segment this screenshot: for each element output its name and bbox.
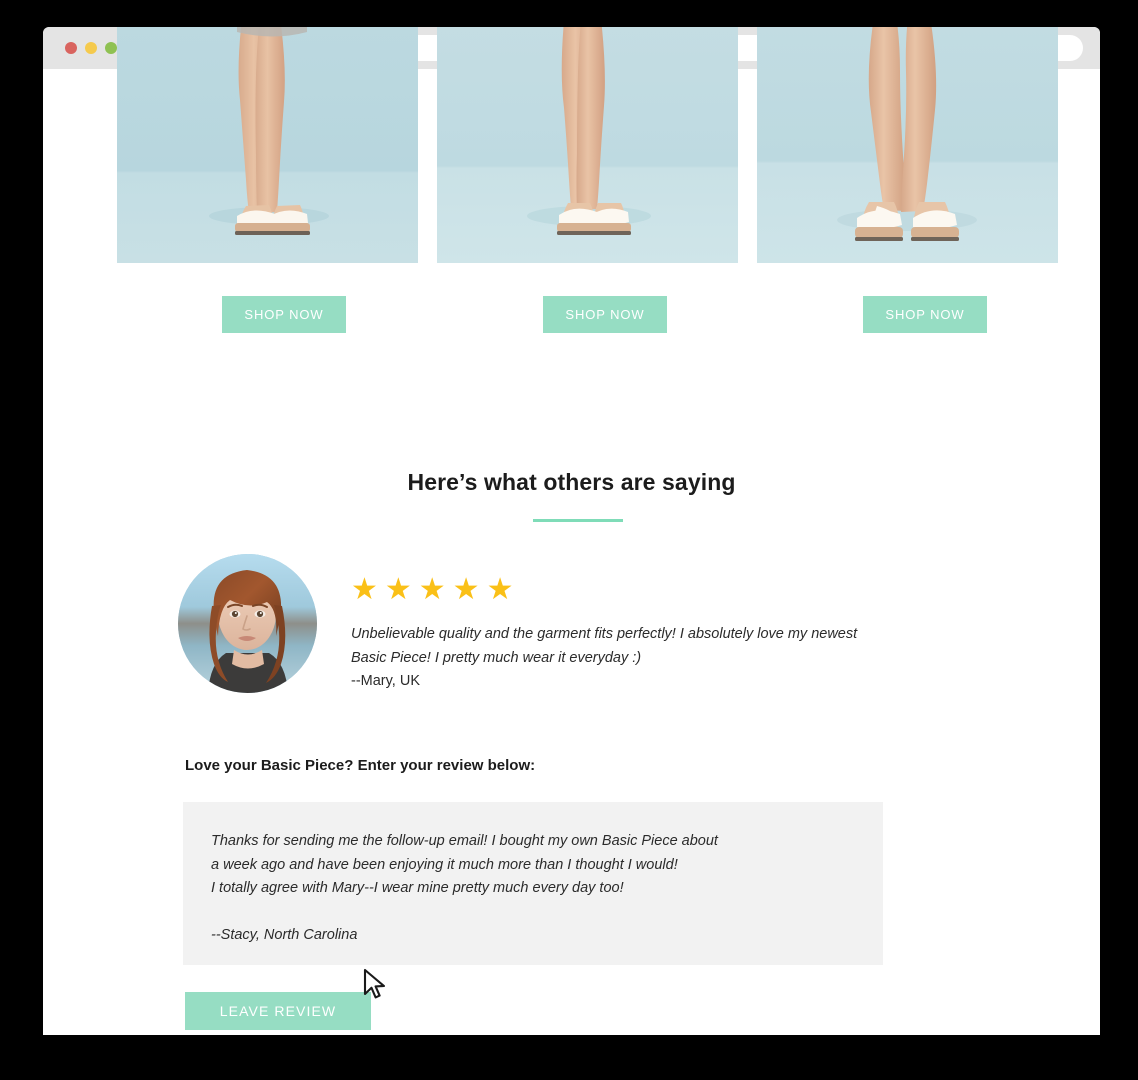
product-grid: SHOP NOW SHOP NOW SHOP NOW (43, 27, 1100, 369)
minimize-window-button[interactable] (85, 42, 97, 54)
shop-now-button[interactable]: SHOP NOW (863, 296, 987, 333)
testimonial-text: Unbelievable quality and the garment fit… (351, 623, 891, 694)
star-rating: ★★★★★ (351, 573, 521, 606)
window-controls (65, 42, 117, 54)
leave-review-button[interactable]: LEAVE REVIEW (185, 992, 371, 1030)
testimonial-body: Unbelievable quality and the garment fit… (351, 626, 858, 666)
product-image[interactable] (117, 27, 418, 263)
review-form-label: Love your Basic Piece? Enter your review… (185, 757, 536, 774)
shop-now-button[interactable]: SHOP NOW (543, 296, 667, 333)
review-input[interactable] (183, 802, 883, 965)
page-content: SHOP NOW SHOP NOW SHOP NOW Here’s what o… (43, 27, 1100, 1035)
product-card: SHOP NOW (757, 27, 1058, 333)
product-image[interactable] (437, 27, 738, 263)
browser-window: SHOP NOW SHOP NOW SHOP NOW Here’s what o… (43, 27, 1100, 1035)
testimonial: ★★★★★ Unbelievable quality and the garme… (178, 554, 1018, 699)
reviews-heading: Here’s what others are saying (407, 469, 736, 495)
close-window-button[interactable] (65, 42, 77, 54)
heading-divider (533, 519, 623, 522)
avatar (178, 554, 317, 693)
testimonial-author: --Mary, UK (351, 673, 421, 689)
product-card: SHOP NOW (437, 27, 738, 333)
maximize-window-button[interactable] (105, 42, 117, 54)
shop-now-button[interactable]: SHOP NOW (222, 296, 346, 333)
product-image[interactable] (757, 27, 1058, 263)
product-card: SHOP NOW (117, 27, 418, 333)
